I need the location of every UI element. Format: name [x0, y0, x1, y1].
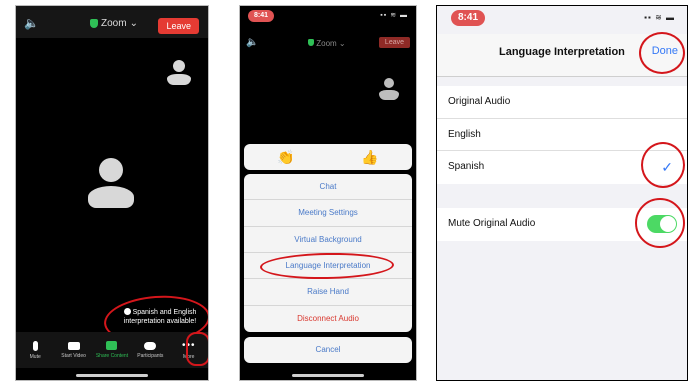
menu-item-disconnect-audio[interactable]: Disconnect Audio [244, 306, 412, 332]
chevron-down-icon: ⌄ [338, 39, 346, 48]
home-indicator [292, 374, 364, 377]
thumbs-up-reaction-button[interactable]: 👍 [361, 149, 378, 166]
mute-original-audio-label: Mute Original Audio [448, 218, 536, 229]
menu-item-meeting-settings[interactable]: Meeting Settings [244, 200, 412, 227]
share-content-icon [106, 341, 118, 350]
menu-item-raise-hand[interactable]: Raise Hand [244, 279, 412, 306]
annotation-circle [641, 142, 685, 188]
meeting-title: Zoom [101, 18, 127, 29]
avatar-head [384, 78, 394, 88]
toolbar-label: Share Content [95, 353, 129, 359]
leave-button: Leave [378, 37, 410, 48]
annotation-circle [639, 32, 685, 74]
menu-item-virtual-background[interactable]: Virtual Background [244, 227, 412, 253]
menu-item-chat[interactable]: Chat [244, 174, 412, 201]
meeting-top-bar: 🔈 Zoom ⌄ Leave [16, 6, 208, 38]
zoom-meeting-screen: 🔈 Zoom ⌄ Leave Spanish and English inter… [15, 5, 209, 381]
shield-icon [90, 19, 98, 28]
toolbar-label: Participants [137, 352, 164, 359]
self-view-avatar[interactable] [166, 60, 192, 88]
avatar-body [88, 186, 134, 208]
signal-wifi-battery-icon: ▪▪ ≋ ▬ [380, 12, 408, 19]
avatar-head [173, 60, 185, 72]
speaker-icon[interactable]: 🔈 [24, 16, 39, 30]
page-title: Language Interpretation [499, 46, 625, 58]
self-view-avatar [378, 78, 400, 102]
language-label: English [448, 128, 481, 140]
meeting-title: Zoom [316, 39, 337, 48]
participants-icon [144, 341, 157, 350]
clap-reaction-button[interactable]: 👏 [277, 149, 294, 166]
language-label: Spanish [448, 161, 485, 172]
language-interpretation-screen: 8:41 ▪▪ ≋ ▬ Language Interpretation Done… [436, 5, 688, 381]
status-time: 8:41 [451, 10, 485, 26]
status-bar: 8:41 ▪▪ ≋ ▬ [240, 6, 416, 30]
status-bar: 8:41 ▪▪ ≋ ▬ [437, 6, 687, 34]
toolbar-label: Mute [29, 353, 41, 360]
reactions-bar: 👏 👍 [244, 144, 412, 170]
meeting-toolbar: Mute Start Video Share Content Participa… [16, 332, 208, 368]
video-off-icon [67, 341, 80, 350]
participants-button[interactable]: Participants [135, 341, 165, 359]
cancel-button[interactable]: Cancel [244, 337, 412, 363]
leave-button[interactable]: Leave [158, 18, 199, 34]
zoom-more-menu-screen: 8:41 ▪▪ ≋ ▬ 🔈 Zoom ⌄ Leave 👏 👍 Chat Meet… [239, 5, 417, 381]
language-label: Original Audio [448, 96, 511, 107]
annotation-circle [635, 198, 685, 248]
toolbar-label: Start Video [61, 352, 86, 359]
speaker-icon: 🔈 [246, 37, 259, 48]
avatar-head [99, 158, 123, 182]
shield-icon [308, 39, 314, 46]
avatar-body [167, 74, 191, 85]
home-indicator [76, 374, 148, 377]
participant-avatar [88, 158, 134, 210]
signal-wifi-battery-icon: ▪▪ ≋ ▬ [644, 13, 675, 22]
avatar-body [379, 90, 399, 100]
meeting-title-dropdown[interactable]: Zoom ⌄ [90, 18, 138, 29]
microphone-icon [32, 340, 38, 351]
annotation-circle [186, 332, 208, 366]
status-time: 8:41 [248, 10, 274, 22]
language-option-original-audio[interactable]: Original Audio [437, 86, 687, 119]
share-content-button[interactable]: Share Content [95, 341, 129, 359]
chevron-down-icon: ⌄ [129, 18, 138, 29]
meeting-top-bar: 🔈 Zoom ⌄ Leave [240, 32, 416, 56]
start-video-button[interactable]: Start Video [59, 341, 89, 359]
mute-button[interactable]: Mute [20, 340, 50, 360]
meeting-title-dropdown: Zoom ⌄ [308, 39, 346, 48]
